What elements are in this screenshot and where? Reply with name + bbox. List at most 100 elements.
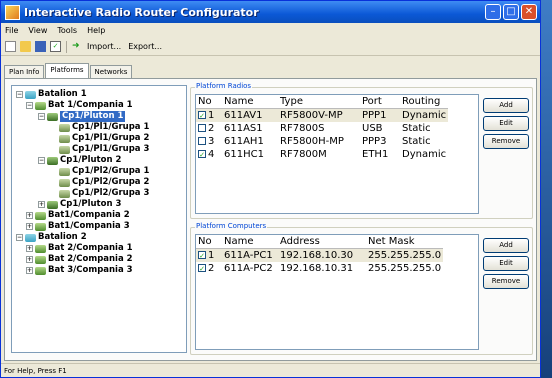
row-checkbox[interactable]: ✓ <box>198 111 206 120</box>
table-row[interactable]: ✓ 1 611AV1 RF5800V-MP PPP1 Dynamic <box>196 108 449 122</box>
tree-node-label: Bat 1/Compania 1 <box>48 100 133 110</box>
tree-node[interactable]: − Bat 1/Compania 1 <box>26 100 133 111</box>
checkbox-icon[interactable]: ✓ <box>50 41 61 52</box>
column-header[interactable]: Name <box>222 95 278 109</box>
tree-node[interactable]: − Cp1/Pluton 2 <box>38 155 121 166</box>
cell-no: 1 <box>208 250 215 261</box>
save-icon[interactable] <box>35 41 46 52</box>
column-header[interactable]: No <box>196 235 222 249</box>
tab-plan-info[interactable]: Plan Info <box>4 65 45 78</box>
cell-netmask: 255.255.255.0 <box>368 263 442 274</box>
column-header[interactable]: Type <box>278 95 360 109</box>
minimize-button[interactable]: – <box>485 4 501 20</box>
new-file-icon[interactable] <box>5 41 16 52</box>
tree-node-label: Bat 3/Compania 3 <box>48 265 133 275</box>
collapse-icon[interactable]: − <box>16 234 23 241</box>
tree-node[interactable]: Cp1/Pl2/Grupa 3 <box>59 188 149 199</box>
menu-file[interactable]: File <box>5 26 18 35</box>
cell-routing: Dynamic <box>402 149 447 160</box>
column-header[interactable]: Name <box>222 235 278 249</box>
expand-icon[interactable]: + <box>26 212 33 219</box>
group-title: Platform Radios <box>195 82 253 90</box>
tree-node[interactable]: + Bat 2/Compania 1 <box>26 243 133 254</box>
tree-node[interactable]: + Bat 2/Compania 2 <box>26 254 133 265</box>
expand-icon[interactable]: + <box>38 201 45 208</box>
tab-strip: Plan Info Platforms Networks <box>4 63 133 78</box>
expand-icon[interactable]: + <box>26 256 33 263</box>
cell-address: 192.168.10.30 <box>278 248 366 262</box>
platform-radios-group: Platform Radios No Name Type Port Routin… <box>190 82 533 219</box>
tree-node[interactable]: Cp1/Pl1/Grupa 1 <box>59 122 149 133</box>
battalion-icon <box>25 90 36 99</box>
column-header[interactable]: No <box>196 95 222 109</box>
row-checkbox[interactable]: ✓ <box>198 251 206 260</box>
tree-node[interactable]: + Bat1/Compania 2 <box>26 210 130 221</box>
tree-node[interactable]: Cp1/Pl1/Grupa 2 <box>59 133 149 144</box>
table-row[interactable]: 3 611AH1 RF5800H-MP PPP3 Static <box>196 135 448 148</box>
table-row[interactable]: ✓ 1 611A-PC1 192.168.10.30 255.255.255.0 <box>196 248 444 262</box>
maximize-button[interactable]: □ <box>503 4 519 20</box>
tree-node[interactable]: + Bat 3/Compania 3 <box>26 265 133 276</box>
tree-node-label: Cp1/Pl2/Grupa 3 <box>72 188 150 198</box>
table-row[interactable]: ✓ 2 611A-PC2 192.168.10.31 255.255.255.0 <box>196 262 443 275</box>
add-computer-button[interactable]: Add <box>483 238 529 253</box>
table-row[interactable]: 2 611AS1 RF7800S USB Static <box>196 122 448 135</box>
menu-view[interactable]: View <box>28 26 47 35</box>
tab-networks[interactable]: Networks <box>89 65 133 78</box>
expand-icon[interactable]: + <box>26 267 33 274</box>
collapse-icon[interactable]: − <box>26 102 33 109</box>
row-checkbox[interactable]: ✓ <box>198 150 206 159</box>
expand-icon[interactable]: + <box>26 245 33 252</box>
column-header[interactable]: Port <box>360 95 400 109</box>
company-icon <box>35 244 46 253</box>
tab-platforms[interactable]: Platforms <box>45 63 89 78</box>
menu-tools[interactable]: Tools <box>57 26 77 35</box>
radios-grid[interactable]: No Name Type Port Routing ✓ 1 611AV1 RF58… <box>195 94 479 214</box>
platoon-icon <box>47 200 58 209</box>
export-button[interactable]: Export... <box>128 42 162 51</box>
close-button[interactable]: ✕ <box>521 4 537 20</box>
column-header[interactable]: Routing <box>400 95 449 109</box>
row-checkbox[interactable]: ✓ <box>198 264 206 273</box>
column-header[interactable]: Address <box>278 235 366 249</box>
cell-routing: Static <box>402 136 431 147</box>
add-radio-button[interactable]: Add <box>483 98 529 113</box>
edit-radio-button[interactable]: Edit <box>483 116 529 131</box>
tree-node-label: Cp1/Pluton 1 <box>60 111 126 122</box>
company-icon <box>35 255 46 264</box>
tree-node-label: Bat1/Compania 2 <box>48 210 130 220</box>
tree-node-label: Batalion 1 <box>38 89 87 99</box>
import-button[interactable]: Import... <box>87 42 121 51</box>
unit-tree[interactable]: − Batalion 1 − Bat 1/Compania 1 − Cp1/Pl… <box>11 85 187 353</box>
tree-node[interactable]: − Batalion 2 <box>16 232 87 243</box>
collapse-icon[interactable]: − <box>16 91 23 98</box>
cell-no: 2 <box>208 123 215 134</box>
tree-node-selected[interactable]: − Cp1/Pluton 1 <box>38 111 126 122</box>
remove-computer-button[interactable]: Remove <box>483 274 529 289</box>
table-row[interactable]: ✓ 4 611HC1 RF7800M ETH1 Dynamic <box>196 148 448 161</box>
column-header[interactable]: Net Mask <box>366 235 444 249</box>
tree-node[interactable]: Cp1/Pl1/Grupa 3 <box>59 144 149 155</box>
edit-computer-button[interactable]: Edit <box>483 256 529 271</box>
remove-radio-button[interactable]: Remove <box>483 134 529 149</box>
tree-node[interactable]: + Cp1/Pluton 3 <box>38 199 121 210</box>
group-icon <box>59 167 70 176</box>
tree-node[interactable]: Cp1/Pl2/Grupa 1 <box>59 166 149 177</box>
tree-node[interactable]: − Batalion 1 <box>16 89 87 100</box>
title-bar[interactable]: Interactive Radio Router Configurator – … <box>1 1 540 23</box>
tree-node[interactable]: + Bat1/Compania 3 <box>26 221 130 232</box>
menu-help[interactable]: Help <box>87 26 105 35</box>
desktop-background <box>541 0 552 378</box>
cell-port: PPP1 <box>360 108 400 122</box>
group-icon <box>59 134 70 143</box>
cell-no: 4 <box>208 149 215 160</box>
row-checkbox[interactable] <box>198 124 206 132</box>
expand-icon[interactable]: + <box>26 223 33 230</box>
group-icon <box>59 145 70 154</box>
computers-grid[interactable]: No Name Address Net Mask ✓ 1 611A-PC1 192… <box>195 234 479 350</box>
tree-node[interactable]: Cp1/Pl2/Grupa 2 <box>59 177 149 188</box>
collapse-icon[interactable]: − <box>38 157 45 164</box>
row-checkbox[interactable] <box>198 137 206 145</box>
collapse-icon[interactable]: − <box>38 113 45 120</box>
open-folder-icon[interactable] <box>20 41 31 52</box>
